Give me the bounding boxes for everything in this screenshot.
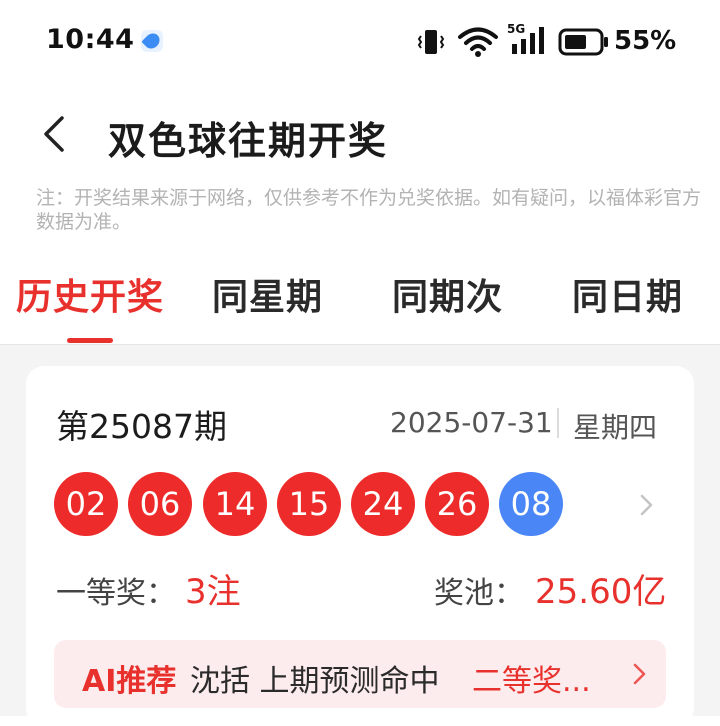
red-ball: 06	[128, 472, 192, 536]
pool-label: 奖池：	[434, 576, 524, 611]
red-ball: 02	[54, 472, 118, 536]
tab-history[interactable]: 历史开奖	[16, 268, 164, 320]
date-separator	[557, 408, 559, 438]
battery-icon	[558, 28, 608, 56]
draw-date: 2025-07-31	[390, 406, 553, 439]
ai-recommend-text: 沈括 上期预测命中	[190, 664, 440, 699]
active-tab-indicator	[67, 338, 113, 343]
back-arrow-icon[interactable]	[36, 112, 76, 156]
vibrate-icon	[417, 30, 445, 54]
battery-percent: 55%	[614, 26, 677, 56]
pool-value: 25.60亿	[535, 572, 667, 612]
red-ball: 15	[277, 472, 341, 536]
blue-ball: 08	[499, 472, 563, 536]
app-notification-icon	[141, 30, 163, 52]
tab-same-weekday[interactable]: 同星期	[212, 268, 323, 320]
draw-weekday: 星期四	[573, 411, 658, 444]
tab-same-date[interactable]: 同日期	[572, 268, 683, 320]
ai-recommend-tag: AI推荐	[82, 664, 177, 699]
red-ball: 24	[351, 472, 415, 536]
status-time: 10:44	[46, 24, 135, 55]
draw-issue-number: 第25087期	[56, 407, 227, 446]
tab-same-issue[interactable]: 同期次	[392, 268, 503, 320]
chevron-right-icon[interactable]	[630, 660, 650, 688]
first-prize-value: 3注	[185, 572, 241, 612]
cellular-signal-icon	[512, 27, 544, 54]
page-title: 双色球往期开奖	[108, 119, 389, 163]
red-ball: 14	[203, 472, 267, 536]
chevron-right-icon[interactable]	[636, 490, 658, 520]
ai-recommend-highlight: 二等奖...	[472, 664, 591, 699]
disclaimer-text: 注：开奖结果来源于网络，仅供参考不作为兑奖依据。如有疑问，以福体彩官方数据为准。	[36, 187, 702, 233]
red-ball: 26	[425, 472, 489, 536]
first-prize-label: 一等奖：	[56, 576, 176, 611]
wifi-icon	[458, 27, 498, 57]
